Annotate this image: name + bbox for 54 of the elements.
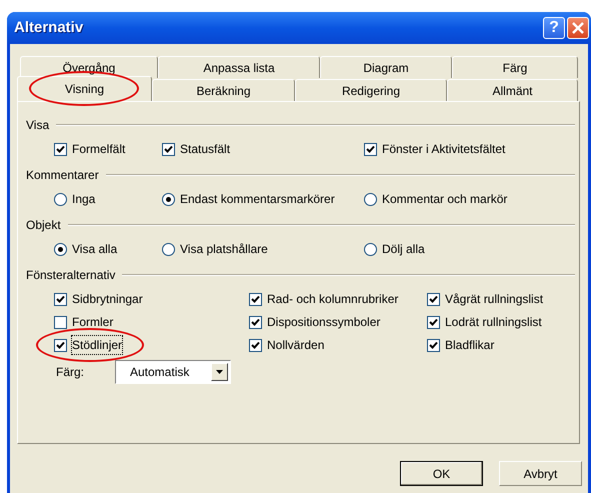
tab[interactable]: Allmänt — [447, 79, 578, 101]
checkbox[interactable] — [249, 292, 262, 306]
checkbox[interactable] — [54, 292, 67, 306]
tab[interactable]: Anpassa lista — [158, 56, 320, 78]
option-label: Visa alla — [72, 241, 118, 258]
window-title: Alternativ — [14, 18, 84, 38]
tab[interactable]: Färg — [452, 56, 578, 78]
option-label: Statusfält — [180, 141, 230, 158]
dialog-button[interactable]: Avbryt — [499, 461, 582, 486]
option-label: Formelfält — [72, 141, 126, 158]
tab[interactable]: Redigering — [295, 79, 447, 101]
option-label: Inga — [72, 191, 96, 208]
checkbox[interactable] — [427, 292, 440, 306]
radio-button[interactable] — [364, 192, 377, 206]
option-label: Stödlinjer — [72, 336, 122, 354]
radio-button[interactable] — [54, 192, 67, 206]
radio-button[interactable] — [162, 192, 175, 206]
option-label: Kommentar och markör — [382, 191, 508, 208]
checkbox[interactable] — [249, 316, 262, 328]
option-label: Bladflikar — [445, 337, 494, 354]
option-label: Dispositionssymboler — [267, 314, 380, 331]
option-label: Dölj alla — [382, 241, 425, 258]
option-label: Visa platshållare — [180, 241, 268, 258]
option-label: Endast kommentarsmarkörer — [180, 191, 335, 208]
section-title: Objekt — [26, 217, 61, 234]
checkbox[interactable] — [162, 142, 175, 156]
tab[interactable]: Beräkning — [152, 79, 295, 101]
close-button[interactable] — [567, 17, 589, 39]
checkbox[interactable] — [427, 338, 440, 352]
radio-button[interactable] — [54, 242, 67, 256]
checkbox[interactable] — [364, 142, 377, 156]
option-label: Rad- och kolumnrubriker — [267, 291, 398, 308]
field-label: Färg: — [56, 364, 86, 381]
option-label: Formler — [72, 314, 114, 331]
section-title: Visa — [26, 117, 50, 134]
checkbox[interactable] — [54, 338, 67, 352]
checkbox[interactable] — [54, 142, 67, 156]
close-icon — [572, 22, 584, 34]
checkbox[interactable] — [427, 316, 440, 328]
option-label: Lodrät rullningslist — [445, 314, 542, 331]
tab[interactable]: Diagram — [320, 56, 452, 78]
tab[interactable]: Visning — [17, 76, 152, 101]
radio-button[interactable] — [162, 242, 175, 256]
option-label: Sidbrytningar — [72, 291, 143, 308]
dialog-button[interactable]: OK — [400, 461, 483, 486]
section-title: Kommentarer — [26, 167, 99, 184]
option-label: Vågrät rullningslist — [445, 291, 544, 308]
color-dropdown[interactable]: Automatisk — [115, 360, 231, 384]
option-label: Nollvärden — [267, 337, 324, 354]
option-label: Fönster i Aktivitetsfältet — [382, 141, 506, 158]
checkbox[interactable] — [54, 316, 67, 328]
checkbox[interactable] — [249, 338, 262, 352]
radio-button[interactable] — [364, 242, 377, 256]
section-title: Fönsteralternativ — [26, 267, 116, 284]
